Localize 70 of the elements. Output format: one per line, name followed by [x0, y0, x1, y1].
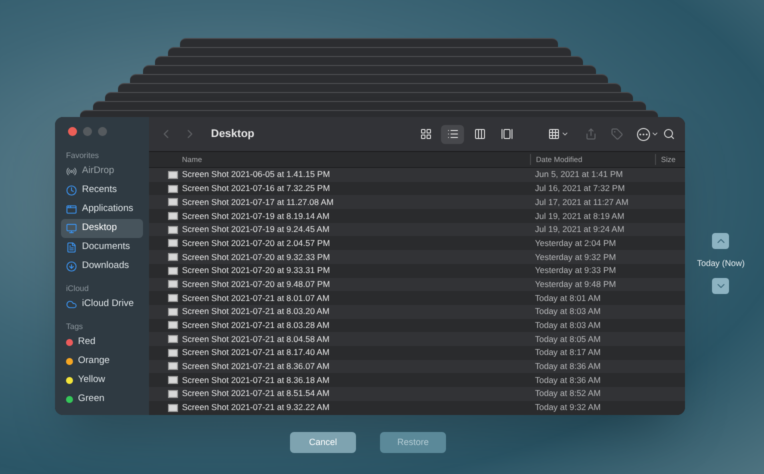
date-modified: Jul 17, 2021 at 11:27 AM	[535, 196, 628, 209]
sidebar-item-icon	[66, 299, 77, 310]
window-title: Desktop	[211, 126, 254, 142]
sidebar-item[interactable]: Red	[61, 333, 143, 352]
file-name[interactable]: Screen Shot 2021-07-19 at 8.19.14 AM	[182, 210, 535, 222]
sidebar-item-icon	[66, 204, 77, 215]
file-name[interactable]: Screen Shot 2021-07-21 at 8.51.54 AM	[182, 387, 535, 400]
file-name[interactable]: Screen Shot 2021-07-20 at 9.32.33 PM	[182, 250, 535, 264]
sidebar-section-title: Favorites	[65, 150, 100, 162]
sidebar-item-icon	[66, 223, 77, 234]
date-modified: Today at 8:17 AM	[535, 346, 601, 360]
file-name[interactable]: Screen Shot 2021-07-21 at 8.03.20 AM	[182, 305, 535, 318]
view-mode-icon	[500, 128, 513, 140]
sidebar-section-title: Tags	[65, 321, 84, 333]
sidebar-item[interactable]: Applications	[61, 200, 143, 219]
file-name[interactable]: Screen Shot 2021-07-21 at 8.03.28 AM	[182, 319, 535, 332]
date-modified: Yesterday at 9:48 PM	[535, 278, 616, 291]
file-name[interactable]: Screen Shot 2021-07-21 at 8.36.18 AM	[182, 374, 535, 387]
date-modified: Jun 5, 2021 at 1:41 PM	[535, 168, 623, 182]
date-modified: Jul 19, 2021 at 9:24 AM	[535, 223, 624, 236]
timeline-label: Today (Now)	[697, 257, 745, 270]
file-name[interactable]: Screen Shot 2021-07-20 at 2.04.57 PM	[182, 236, 535, 250]
sidebar-item[interactable]: iCloud Drive	[61, 295, 143, 314]
date-modified: Today at 8:36 AM	[535, 374, 601, 387]
file-name[interactable]: Screen Shot 2021-07-19 at 9.24.45 AM	[182, 223, 535, 236]
date-modified: Today at 8:36 AM	[535, 360, 601, 373]
view-button[interactable]	[441, 124, 464, 144]
file-name[interactable]: Screen Shot 2021-07-20 at 9.33.31 PM	[182, 264, 535, 278]
sidebar-item[interactable]: AirDrop	[61, 162, 143, 181]
file-name[interactable]: Screen Shot 2021-07-21 at 8.36.07 AM	[182, 360, 535, 373]
sidebar-item[interactable]: Green	[61, 390, 143, 409]
sidebar-item[interactable]: Desktop	[61, 219, 143, 238]
date-modified: Today at 8:05 AM	[535, 332, 601, 346]
sidebar-section-title: iCloud	[65, 283, 90, 295]
sidebar-item-icon	[66, 166, 77, 177]
file-name[interactable]: Screen Shot 2021-06-05 at 1.41.15 PM	[182, 168, 535, 182]
date-modified: Jul 19, 2021 at 8:19 AM	[535, 210, 624, 222]
sidebar-item[interactable]: Yellow	[61, 371, 143, 390]
file-name[interactable]: Screen Shot 2021-07-20 at 9.48.07 PM	[182, 278, 535, 291]
sidebar-item[interactable]: Documents	[61, 238, 143, 257]
search-icon[interactable]	[663, 128, 675, 140]
caret-icon[interactable]	[561, 130, 570, 138]
date-modified: Today at 9:32 AM	[535, 401, 601, 414]
date-modified: Yesterday at 9:32 PM	[535, 250, 616, 264]
sidebar-item-icon	[66, 185, 77, 196]
file-name[interactable]: Screen Shot 2021-07-21 at 8.04.58 AM	[182, 332, 535, 346]
view-mode-icon	[420, 128, 432, 140]
file-name[interactable]: Screen Shot 2021-07-21 at 8.01.07 AM	[182, 292, 535, 304]
file-name[interactable]: Screen Shot 2021-07-17 at 11.27.08 AM	[182, 196, 535, 209]
date-modified: Today at 8:03 AM	[535, 319, 601, 332]
file-name[interactable]: Screen Shot 2021-07-16 at 7.32.25 PM	[182, 182, 535, 195]
sidebar-item-icon	[66, 261, 77, 272]
date-modified: Jul 16, 2021 at 7:32 PM	[535, 182, 625, 195]
view-mode-icon	[474, 128, 486, 140]
file-name[interactable]: Screen Shot 2021-07-21 at 9.32.22 AM	[182, 401, 535, 414]
file-name[interactable]: Screen Shot 2021-07-21 at 8.17.40 AM	[182, 346, 535, 360]
date-modified: Yesterday at 2:04 PM	[535, 236, 616, 250]
group-icon[interactable]	[548, 128, 560, 140]
date-modified: Today at 8:03 AM	[535, 305, 601, 318]
later-button[interactable]	[712, 278, 730, 294]
more-icon[interactable]	[637, 128, 650, 140]
caret-icon[interactable]	[651, 130, 660, 138]
earlier-button[interactable]	[712, 233, 730, 249]
date-modified: Today at 8:52 AM	[535, 387, 601, 400]
sidebar-item[interactable]: Recents	[61, 181, 143, 200]
date-modified: Yesterday at 9:33 PM	[535, 264, 616, 278]
sidebar-item-icon	[66, 242, 77, 253]
date-modified: Today at 8:01 AM	[535, 292, 601, 304]
sidebar-item[interactable]: Orange	[61, 352, 143, 371]
sidebar-item[interactable]: Downloads	[61, 257, 143, 276]
